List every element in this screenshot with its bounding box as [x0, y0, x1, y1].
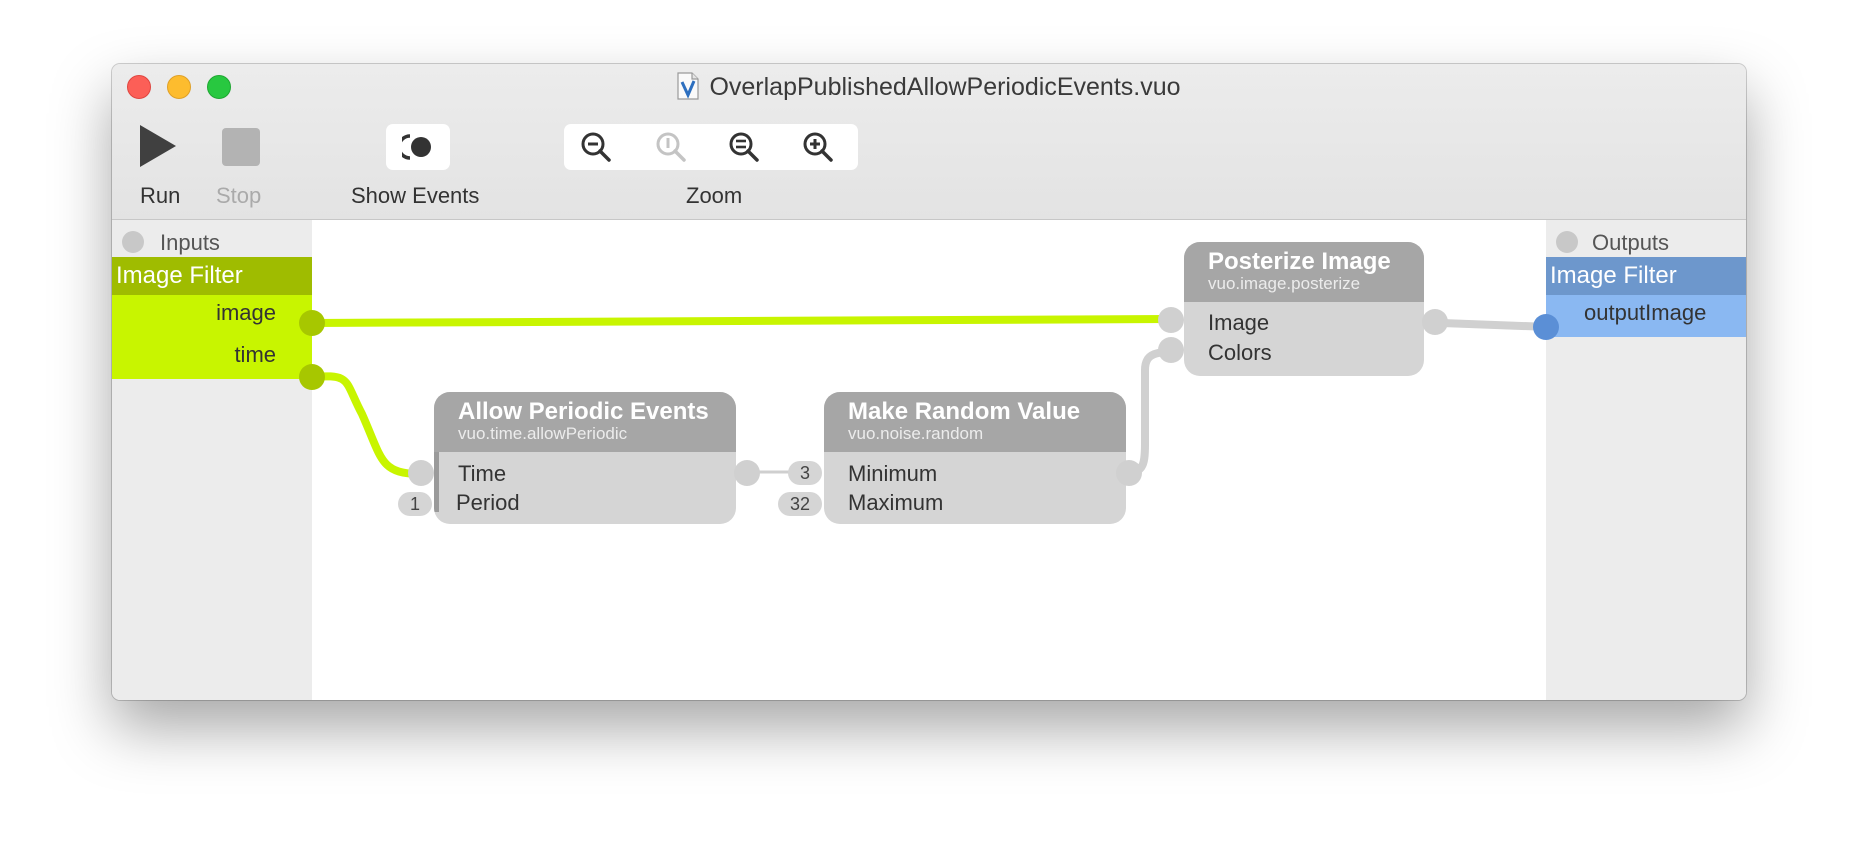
node-allow-periodic-events[interactable]: Allow Periodic Events vuo.time.allowPeri…	[434, 392, 736, 524]
node-header: Make Random Value vuo.noise.random	[824, 392, 1126, 452]
published-input-time[interactable]: time	[234, 342, 276, 368]
node-title: Make Random Value	[848, 398, 1081, 425]
show-events-toggle[interactable]	[386, 124, 450, 170]
node-class: vuo.image.posterize	[1208, 274, 1361, 293]
show-events-label: Show Events	[351, 183, 480, 208]
composition-window: OverlapPublishedAllowPeriodicEvents.vuo …	[112, 64, 1746, 700]
published-output-outputImage[interactable]: outputImage	[1584, 300, 1706, 326]
stop-icon	[222, 128, 260, 166]
port-label-minimum: Minimum	[848, 461, 938, 486]
event-only-bar	[434, 452, 439, 512]
stop-label: Stop	[216, 183, 262, 208]
window-title: OverlapPublishedAllowPeriodicEvents.vuo	[112, 72, 1746, 102]
allow-time-input-dot[interactable]	[408, 460, 434, 486]
port-label-maximum: Maximum	[848, 490, 944, 515]
zoom-actual-size-icon[interactable]	[654, 130, 688, 164]
node-class: vuo.noise.random	[848, 424, 984, 443]
port-label-colors: Colors	[1208, 340, 1272, 365]
node-title: Allow Periodic Events	[458, 398, 709, 425]
zoom-in-icon[interactable]	[801, 130, 835, 164]
posterize-image-input-dot[interactable]	[1158, 307, 1184, 333]
window-title-text: OverlapPublishedAllowPeriodicEvents.vuo	[709, 73, 1181, 101]
node-class: vuo.time.allowPeriodic	[458, 424, 628, 443]
inputs-port-area	[112, 295, 312, 379]
node-posterize-image[interactable]: Posterize Image vuo.image.posterize Imag…	[1184, 242, 1424, 376]
inputs-protocol-title: Image Filter	[112, 257, 312, 295]
published-outputs-panel: Outputs Image Filter outputImage	[1546, 220, 1746, 700]
period-constant[interactable]: 1	[398, 492, 432, 516]
inputs-add-port-dot[interactable]	[122, 231, 144, 253]
port-label-period: Period	[456, 490, 520, 515]
allow-output-dot[interactable]	[734, 460, 760, 486]
zoom-control	[564, 124, 858, 170]
zoom-label: Zoom	[686, 183, 743, 208]
node-header: Allow Periodic Events vuo.time.allowPeri…	[434, 392, 736, 452]
node-title: Posterize Image	[1208, 248, 1391, 275]
outputs-add-port-dot[interactable]	[1556, 231, 1578, 253]
node-header: Posterize Image vuo.image.posterize	[1184, 242, 1424, 302]
node-make-random-value[interactable]: Make Random Value vuo.noise.random Minim…	[824, 392, 1126, 524]
event-stream-icon	[402, 134, 431, 160]
zoom-out-icon[interactable]	[579, 130, 613, 164]
maximum-constant[interactable]: 32	[778, 492, 822, 516]
port-label-time: Time	[458, 461, 507, 486]
posterize-colors-input-dot[interactable]	[1158, 337, 1184, 363]
outputs-heading: Outputs	[1592, 230, 1670, 255]
zoom-to-fit-icon[interactable]	[727, 130, 761, 164]
posterize-output-dot[interactable]	[1422, 309, 1448, 335]
published-input-image[interactable]: image	[216, 300, 276, 326]
outputs-protocol-title: Image Filter	[1546, 257, 1746, 295]
title-bar: OverlapPublishedAllowPeriodicEvents.vuo …	[112, 64, 1746, 220]
run-label: Run	[140, 183, 181, 208]
input-image-port-dot[interactable]	[299, 310, 325, 336]
vuo-document-icon	[677, 72, 700, 100]
output-outputImage-port-dot[interactable]	[1533, 314, 1559, 340]
port-label-image: Image	[1208, 310, 1270, 335]
play-icon	[140, 125, 176, 167]
published-inputs-panel: Inputs Image Filter image time	[112, 220, 312, 700]
minimum-constant[interactable]: 3	[788, 461, 822, 485]
random-output-dot[interactable]	[1116, 460, 1142, 486]
input-time-port-dot[interactable]	[299, 364, 325, 390]
inputs-heading: Inputs	[160, 230, 220, 255]
